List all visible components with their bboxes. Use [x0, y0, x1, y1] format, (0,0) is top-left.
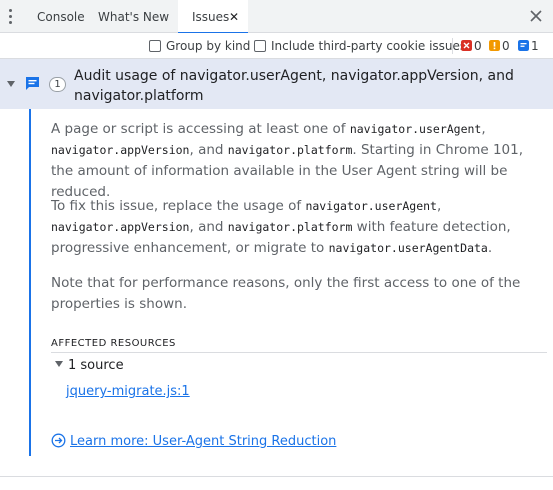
tab-close-icon[interactable]: ✕ [229, 0, 239, 34]
issue-header[interactable]: 1 Audit usage of navigator.userAgent, na… [0, 59, 553, 109]
toolbar-divider [452, 38, 453, 54]
error-count: 0 [461, 39, 482, 53]
close-icon[interactable] [528, 8, 544, 24]
tab-issues[interactable]: Issues ✕ [178, 0, 248, 34]
text-segment: , [437, 198, 442, 214]
text-segment: , and [189, 142, 228, 158]
source-file-link[interactable]: jquery-migrate.js:1 [66, 384, 190, 399]
code-app-version: navigator.appVersion [51, 220, 190, 234]
learn-more-label: Learn more: User-Agent String Reduction [70, 434, 337, 449]
text-segment: A page or script is accessing at least o… [51, 121, 350, 137]
checkbox-box[interactable] [254, 40, 266, 52]
third-party-cookie-checkbox[interactable]: Include third-party cookie issues [254, 39, 466, 53]
issue-title: Audit usage of navigator.userAgent, navi… [74, 68, 514, 104]
tab-issues-label: Issues [192, 10, 230, 24]
arrow-circle-icon [51, 433, 66, 448]
kebab-menu-icon[interactable] [9, 9, 13, 25]
issue-count-badge: 1 [49, 77, 66, 92]
chevron-down-icon[interactable] [55, 361, 63, 367]
info-count-value: 1 [531, 39, 539, 53]
chevron-down-icon[interactable] [7, 81, 15, 87]
source-summary-label: 1 source [68, 358, 124, 373]
info-icon [518, 40, 529, 51]
tab-console[interactable]: Console [37, 0, 85, 33]
warning-count-value: 0 [502, 39, 510, 53]
affected-resources-heading: AFFECTED RESOURCES [51, 338, 176, 349]
issue-performance-note: Note that for performance reasons, only … [51, 275, 521, 312]
code-user-agent: navigator.userAgent [305, 199, 437, 213]
code-user-agent: navigator.userAgent [349, 122, 482, 136]
issue-fix-description: To fix this issue, replace the usage of … [51, 196, 547, 259]
code-platform: navigator.platform [227, 220, 353, 234]
warning-icon [489, 40, 500, 51]
affected-resources-divider [51, 352, 547, 353]
checkbox-box[interactable] [149, 40, 161, 52]
chat-bubble-icon [26, 77, 39, 90]
tab-whats-new[interactable]: What's New [98, 0, 169, 33]
warning-count: 0 [489, 39, 510, 53]
error-icon [461, 40, 472, 51]
issue-description: A page or script is accessing at least o… [51, 119, 547, 203]
code-app-version: navigator.appVersion [51, 143, 190, 157]
issues-toolbar: Group by kind Include third-party cookie… [0, 33, 553, 59]
issue-body: A page or script is accessing at least o… [29, 109, 553, 456]
learn-more-link[interactable]: Learn more: User-Agent String Reduction [51, 433, 336, 449]
group-by-kind-checkbox[interactable]: Group by kind [149, 39, 250, 53]
text-segment: . [487, 240, 493, 256]
text-segment: , and [189, 219, 228, 235]
code-user-agent-data: navigator.userAgentData [328, 241, 488, 255]
text-segment: , [481, 121, 486, 137]
source-summary[interactable]: 1 source [55, 358, 124, 373]
error-count-value: 0 [474, 39, 482, 53]
group-by-kind-label: Group by kind [166, 39, 251, 53]
bottom-divider [0, 476, 553, 477]
text-segment: To fix this issue, replace the usage of [51, 198, 306, 214]
tab-bar: Console What's New Issues ✕ [0, 0, 553, 34]
third-party-cookie-label: Include third-party cookie issues [271, 39, 467, 53]
info-count: 1 [518, 39, 539, 53]
code-platform: navigator.platform [227, 143, 353, 157]
